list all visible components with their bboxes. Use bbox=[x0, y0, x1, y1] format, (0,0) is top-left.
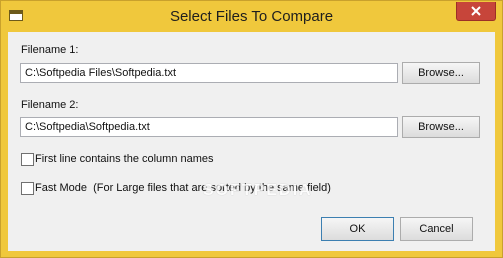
watermark: SOFTPEDIA bbox=[203, 182, 313, 199]
window-title: Select Files To Compare bbox=[169, 8, 334, 25]
filename-2-label: Filename 2: bbox=[21, 99, 79, 111]
first-line-checkbox[interactable] bbox=[21, 153, 34, 166]
close-icon bbox=[471, 6, 481, 16]
filename-1-label: Filename 1: bbox=[21, 44, 79, 56]
filename-2-input[interactable] bbox=[20, 117, 398, 137]
dialog-window: Select Files To Compare Filename 1: Brow… bbox=[0, 0, 503, 258]
fast-mode-checkbox[interactable] bbox=[21, 182, 34, 195]
cancel-button[interactable]: Cancel bbox=[400, 217, 473, 241]
dialog-content: Filename 1: Browse... Filename 2: Browse… bbox=[8, 32, 495, 251]
filename-1-input[interactable] bbox=[20, 63, 398, 83]
browse-2-button[interactable]: Browse... bbox=[402, 116, 480, 138]
title-bar[interactable]: Select Files To Compare bbox=[1, 1, 502, 32]
ok-button[interactable]: OK bbox=[321, 217, 394, 241]
first-line-label[interactable]: First line contains the column names bbox=[35, 153, 214, 165]
browse-1-button[interactable]: Browse... bbox=[402, 62, 480, 84]
close-button[interactable] bbox=[456, 2, 496, 21]
